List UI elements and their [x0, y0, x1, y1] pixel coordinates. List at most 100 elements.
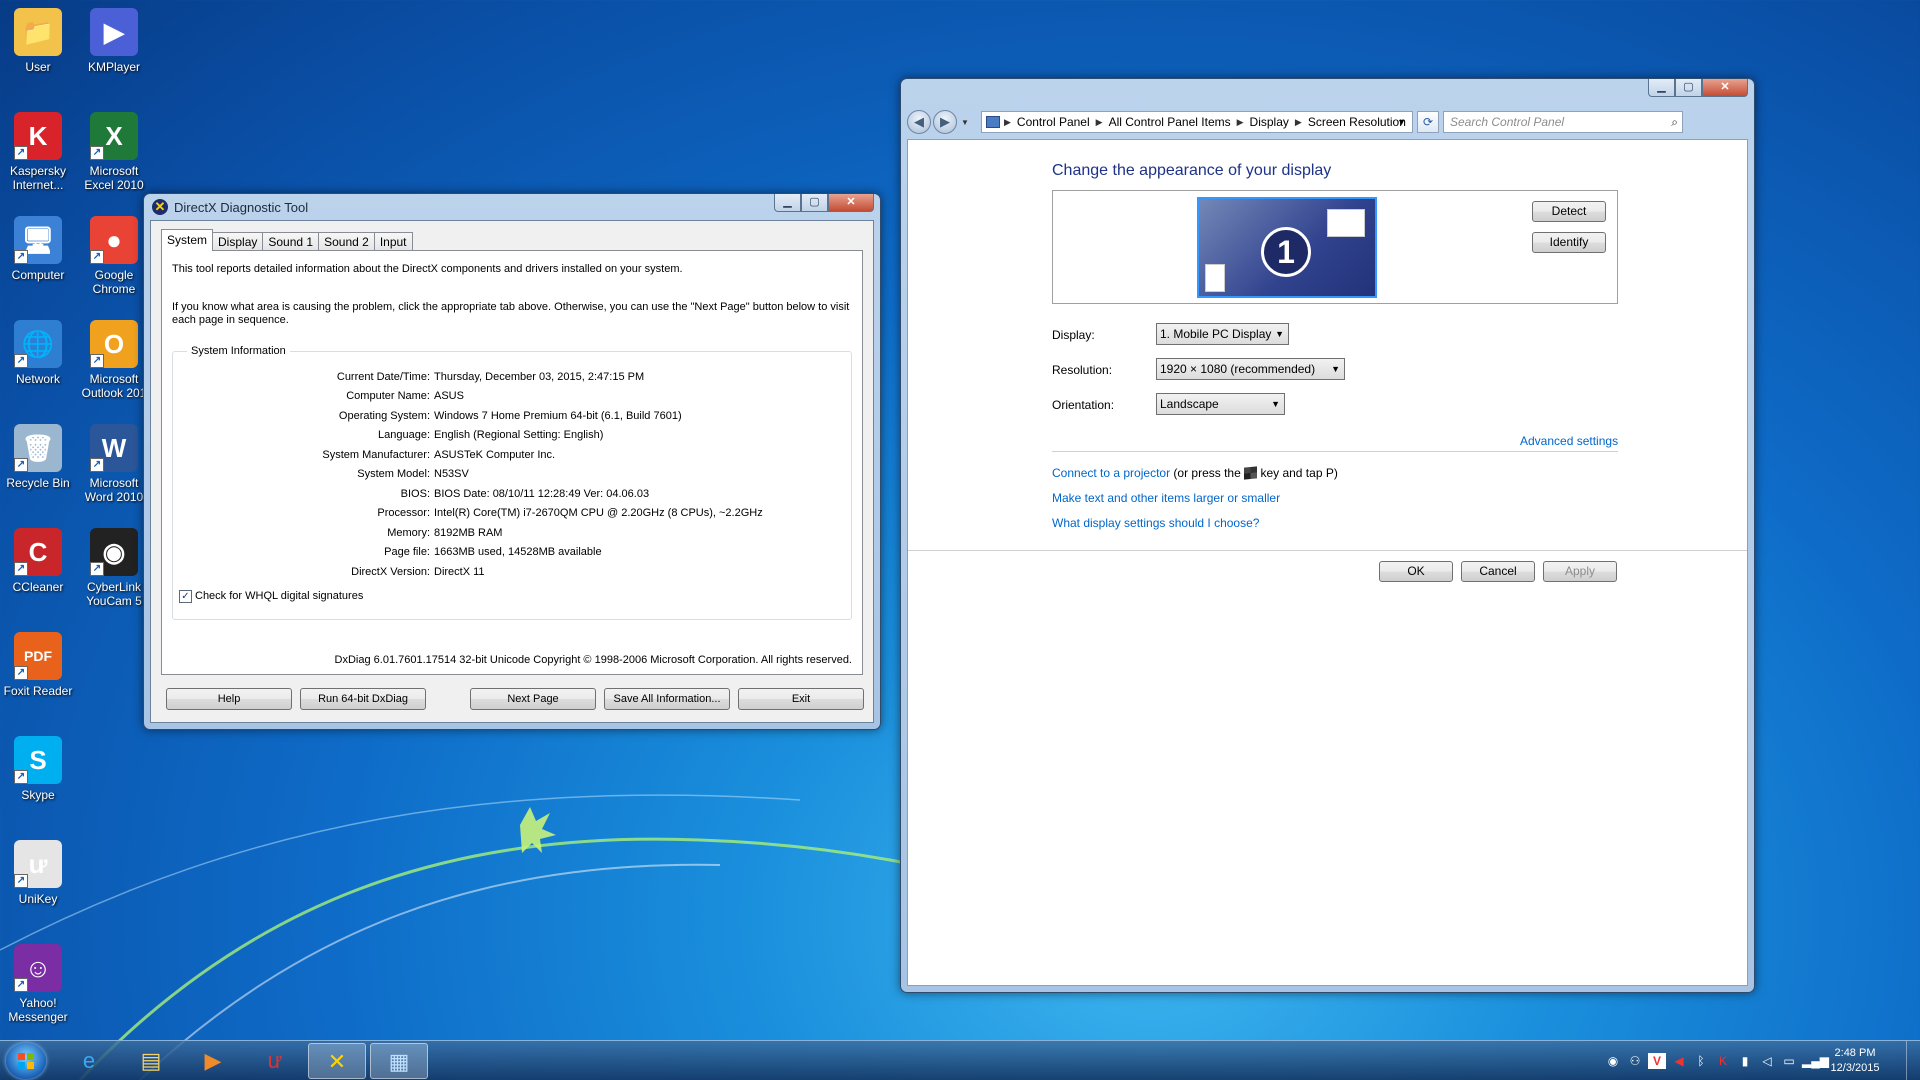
- projector-hint-a: (or press the: [1170, 466, 1245, 480]
- whql-checkbox[interactable]: ✓: [179, 589, 192, 603]
- desktop-shortcut-network[interactable]: 🌐 ↗ Network: [0, 320, 76, 386]
- monitor-tray-icon[interactable]: ▭: [1780, 1053, 1798, 1069]
- desktop-shortcut-label: KMPlayer: [87, 60, 140, 74]
- ok-button[interactable]: OK: [1379, 561, 1453, 582]
- desktop-shortcut-word[interactable]: W ↗ Microsoft Word 2010: [76, 424, 152, 504]
- desktop-shortcut-chrome[interactable]: ● ↗ Google Chrome: [76, 216, 152, 296]
- navigation-bar: ◀ ▶ ▼ ▶ Control Panel ▶ All Control Pane…: [901, 105, 1754, 139]
- desktop-shortcut-yahoo-messenger[interactable]: ☺ ↗ Yahoo! Messenger: [0, 944, 76, 1024]
- dxdiag-taskbar-icon[interactable]: ✕: [308, 1043, 366, 1079]
- youcam-tray-icon[interactable]: ◉: [1604, 1053, 1622, 1069]
- battery-tray-icon[interactable]: ▮: [1736, 1053, 1754, 1069]
- windows-key-icon: [1244, 466, 1258, 480]
- system-info-value: 8192MB RAM: [434, 526, 503, 539]
- media-player-taskbar-icon[interactable]: ▶: [184, 1043, 242, 1079]
- control-panel-taskbar-icon[interactable]: ▦: [370, 1043, 428, 1079]
- tab-system[interactable]: System: [161, 229, 214, 251]
- desktop-shortcut-ccleaner[interactable]: C ↗ CCleaner: [0, 528, 76, 594]
- breadcrumb-display[interactable]: Display: [1250, 115, 1289, 129]
- recent-pages-icon[interactable]: ▼: [961, 118, 969, 127]
- desktop-shortcut-foxit-reader[interactable]: PDF ↗ Foxit Reader: [0, 632, 76, 698]
- display-help-link[interactable]: What display settings should I choose?: [1052, 516, 1259, 530]
- forward-button[interactable]: ▶: [933, 110, 957, 134]
- unikey-taskbar-icon[interactable]: ư: [246, 1043, 304, 1079]
- search-icon[interactable]: ⌕: [1671, 112, 1678, 132]
- desktop-shortcut-computer[interactable]: 🖥 ↗ Computer: [0, 216, 76, 282]
- desktop-shortcut-kaspersky[interactable]: K ↗ Kaspersky Internet...: [0, 112, 76, 192]
- show-desktop-button[interactable]: [1906, 1041, 1920, 1080]
- system-info-label: System Model:: [357, 468, 430, 481]
- projector-hint-b: key and tap P): [1257, 466, 1338, 480]
- address-dropdown-icon[interactable]: ▼: [1397, 117, 1406, 127]
- tab-sound-2[interactable]: Sound 2: [318, 232, 375, 251]
- minimize-button[interactable]: ▁: [1648, 79, 1675, 97]
- minimize-button[interactable]: ▁: [774, 194, 801, 212]
- windows-logo-icon: [18, 1053, 34, 1069]
- antivirus-tray-icon[interactable]: V: [1648, 1053, 1666, 1069]
- close-button[interactable]: ✕: [828, 194, 874, 212]
- volume-tray-icon[interactable]: ◀: [1670, 1053, 1688, 1069]
- tab-input[interactable]: Input: [373, 232, 413, 251]
- search-input[interactable]: Search Control Panel ⌕: [1443, 111, 1683, 133]
- dxdiag-titlebar[interactable]: ✕ DirectX Diagnostic Tool ▁ ▢ ✕: [144, 194, 880, 220]
- desktop-shortcut-unikey[interactable]: ư ↗ UniKey: [0, 840, 76, 906]
- signal-tray-icon[interactable]: ▂▄▆: [1802, 1053, 1829, 1069]
- cp-titlebar[interactable]: ▁ ▢ ✕: [901, 79, 1754, 105]
- internet-explorer-taskbar-icon[interactable]: e: [60, 1043, 118, 1079]
- next-page-button[interactable]: Next Page: [470, 688, 596, 710]
- display-select[interactable]: 1. Mobile PC Display ▼: [1156, 323, 1289, 345]
- display-value: 1. Mobile PC Display: [1160, 327, 1272, 341]
- refresh-button[interactable]: ⟳: [1417, 111, 1439, 133]
- connect-projector-link[interactable]: Connect to a projector: [1052, 466, 1170, 480]
- detect-button[interactable]: Detect: [1532, 201, 1606, 222]
- text-size-link[interactable]: Make text and other items larger or smal…: [1052, 491, 1280, 505]
- network-tray-icon[interactable]: ⚇: [1626, 1053, 1644, 1069]
- breadcrumb-control-panel[interactable]: Control Panel: [1017, 115, 1090, 129]
- start-button[interactable]: [6, 1043, 46, 1079]
- desktop-shortcut-outlook[interactable]: O ↗ Microsoft Outlook 201: [76, 320, 152, 400]
- cp-content: Change the appearance of your display 1 …: [907, 139, 1748, 986]
- tab-display[interactable]: Display: [212, 232, 264, 251]
- desktop-shortcut-user-folder[interactable]: 📁 User: [0, 8, 76, 74]
- identify-button[interactable]: Identify: [1532, 232, 1606, 253]
- skype-icon: S ↗: [14, 736, 62, 784]
- search-placeholder: Search Control Panel: [1450, 115, 1565, 129]
- resolution-select[interactable]: 1920 × 1080 (recommended) ▼: [1156, 358, 1345, 380]
- address-bar[interactable]: ▶ Control Panel ▶ All Control Panel Item…: [981, 111, 1413, 133]
- desktop-shortcut-recycle-bin[interactable]: 🗑 ↗ Recycle Bin: [0, 424, 76, 490]
- close-button[interactable]: ✕: [1702, 79, 1748, 97]
- instructions-text: If you know what area is causing the pro…: [172, 301, 850, 326]
- chevron-down-icon: ▼: [1271, 399, 1280, 409]
- breadcrumb-screen-resolution[interactable]: Screen Resolution: [1308, 115, 1406, 129]
- save-all-information-button[interactable]: Save All Information...: [604, 688, 730, 710]
- desktop-shortcut-excel[interactable]: X ↗ Microsoft Excel 2010: [76, 112, 152, 192]
- maximize-button[interactable]: ▢: [1675, 79, 1702, 97]
- help-button[interactable]: Help: [166, 688, 292, 710]
- apply-button[interactable]: Apply: [1543, 561, 1617, 582]
- orientation-select[interactable]: Landscape ▼: [1156, 393, 1285, 415]
- maximize-button[interactable]: ▢: [801, 194, 828, 212]
- system-info-label: System Manufacturer:: [322, 448, 430, 461]
- foxit-reader-icon: PDF ↗: [14, 632, 62, 680]
- taskbar-clock[interactable]: 2:48 PM 12/3/2015: [1822, 1046, 1888, 1076]
- exit-button[interactable]: Exit: [738, 688, 864, 710]
- cancel-button[interactable]: Cancel: [1461, 561, 1535, 582]
- file-explorer-taskbar-icon[interactable]: ▤: [122, 1043, 180, 1079]
- dxdiag-window: ✕ DirectX Diagnostic Tool ▁ ▢ ✕ System D…: [143, 193, 881, 730]
- advanced-settings-link[interactable]: Advanced settings: [1520, 434, 1618, 448]
- whql-checkbox-row[interactable]: ✓ Check for WHQL digital signatures: [179, 589, 839, 603]
- monitor-1-thumbnail[interactable]: 1: [1197, 197, 1377, 298]
- group-title: System Information: [191, 345, 286, 357]
- bluetooth-tray-icon[interactable]: ᛒ: [1692, 1053, 1710, 1069]
- desktop-shortcut-youcam[interactable]: ◉ ↗ CyberLink YouCam 5: [76, 528, 152, 608]
- back-button[interactable]: ◀: [907, 110, 931, 134]
- desktop-shortcut-kmplayer[interactable]: ▶ KMPlayer: [76, 8, 152, 74]
- run-64bit-button[interactable]: Run 64-bit DxDiag: [300, 688, 426, 710]
- computer-icon: 🖥 ↗: [14, 216, 62, 264]
- speaker-tray-icon[interactable]: ◁: [1758, 1053, 1776, 1069]
- desktop-shortcut-skype[interactable]: S ↗ Skype: [0, 736, 76, 802]
- desktop-shortcut-label: Microsoft Word 2010: [84, 476, 144, 504]
- kaspersky-tray-icon[interactable]: K: [1714, 1053, 1732, 1069]
- breadcrumb-all-items[interactable]: All Control Panel Items: [1109, 115, 1231, 129]
- tab-sound-1[interactable]: Sound 1: [262, 232, 320, 251]
